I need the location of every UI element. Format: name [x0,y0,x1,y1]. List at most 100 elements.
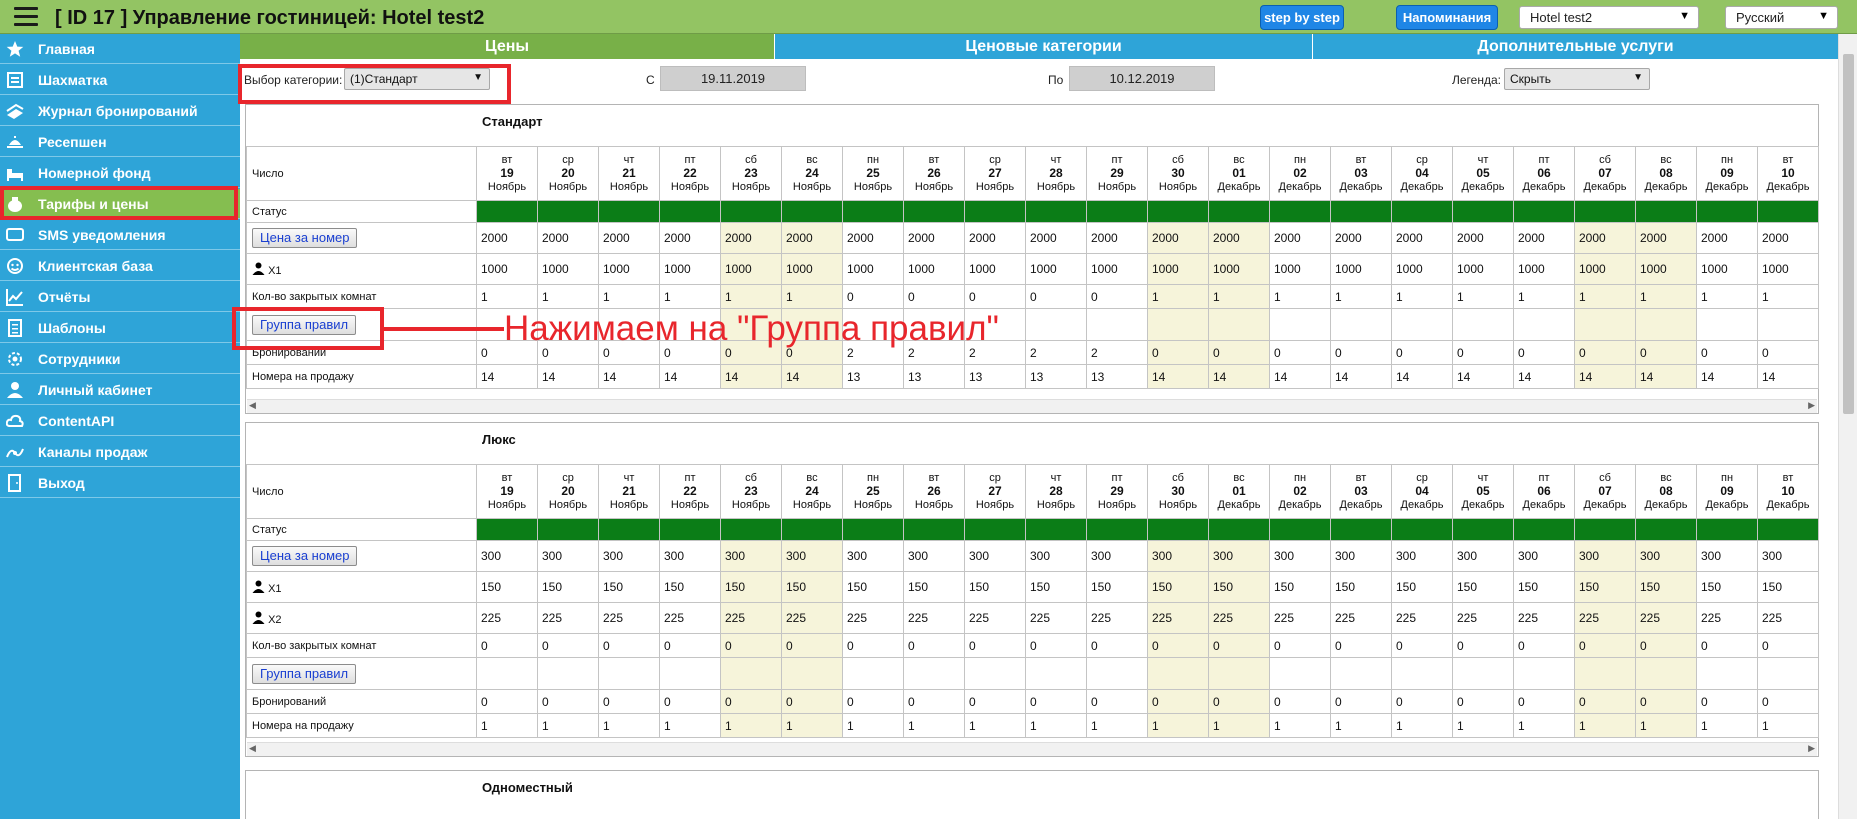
room-price-row-cell[interactable]: 300 [842,540,904,572]
rules-group-row-cell[interactable] [1330,308,1392,341]
status-cell[interactable] [781,518,843,541]
status-cell[interactable] [903,518,965,541]
status-cell[interactable] [537,518,599,541]
closed-rooms-row-cell[interactable]: 0 [781,633,843,658]
bookings-row-cell[interactable]: 0 [1269,689,1331,714]
sidebar-item-7[interactable]: Клиентская база [0,251,240,281]
room-price-button[interactable]: Цена за номер [252,546,358,566]
rooms-for-sale-row-cell[interactable]: 14 [1757,364,1819,389]
sidebar-item-1[interactable]: Шахматка [0,65,240,95]
sidebar-item-8[interactable]: Отчёты [0,282,240,312]
bookings-row-cell[interactable]: 0 [1574,689,1636,714]
occupancy-row-cell[interactable]: 1000 [1147,253,1209,285]
status-cell[interactable] [1391,200,1453,223]
closed-rooms-row-cell[interactable]: 1 [1574,284,1636,309]
status-cell[interactable] [1635,200,1697,223]
reminders-button[interactable]: Напоминания [1396,5,1498,30]
room-price-row-cell[interactable]: 300 [1391,540,1453,572]
room-price-row-cell[interactable]: 300 [1025,540,1087,572]
occupancy-row-cell[interactable]: 1000 [1696,253,1758,285]
hotel-select[interactable]: Hotel test2 ▼ [1519,6,1699,29]
status-cell[interactable] [1574,518,1636,541]
room-price-row-cell[interactable]: 2000 [1635,222,1697,254]
status-cell[interactable] [903,200,965,223]
room-price-row-cell[interactable]: 300 [1330,540,1392,572]
room-price-row-cell[interactable]: 300 [1269,540,1331,572]
bookings-row-cell[interactable]: 0 [1025,689,1087,714]
status-cell[interactable] [781,200,843,223]
rules-group-row-cell[interactable] [476,657,538,690]
rules-group-row-cell[interactable] [598,657,660,690]
room-price-row-cell[interactable]: 300 [1147,540,1209,572]
date-from-input[interactable]: 19.11.2019 [660,66,806,91]
bookings-row-cell[interactable]: 0 [1086,689,1148,714]
sidebar-item-14[interactable]: Выход [0,468,240,498]
rooms-for-sale-row-cell[interactable]: 1 [1757,713,1819,738]
status-cell[interactable] [842,518,904,541]
closed-rooms-row-cell[interactable]: 0 [842,633,904,658]
occupancy-row-cell[interactable]: 225 [476,602,538,634]
rules-group-row-cell[interactable] [1086,657,1148,690]
closed-rooms-row-cell[interactable]: 1 [1391,284,1453,309]
occupancy-row-cell[interactable]: 1000 [1330,253,1392,285]
rules-group-row-cell[interactable] [1269,308,1331,341]
rooms-for-sale-row-cell[interactable]: 1 [476,713,538,738]
occupancy-row-cell[interactable]: 225 [720,602,782,634]
closed-rooms-row-cell[interactable]: 1 [598,284,660,309]
room-price-row-cell[interactable]: 2000 [1208,222,1270,254]
rooms-for-sale-row-cell[interactable]: 1 [598,713,660,738]
sidebar-item-13[interactable]: Каналы продаж [0,437,240,467]
rooms-for-sale-row-cell[interactable]: 14 [1635,364,1697,389]
step-by-step-button[interactable]: step by step [1260,5,1344,30]
sidebar-item-10[interactable]: Сотрудники [0,344,240,374]
room-price-row-cell[interactable]: 2000 [1269,222,1331,254]
rooms-for-sale-row-cell[interactable]: 1 [1269,713,1331,738]
bookings-row-cell[interactable]: 0 [1208,340,1270,365]
sidebar-item-2[interactable]: Журнал бронирований [0,96,240,126]
closed-rooms-row-cell[interactable]: 1 [659,284,721,309]
bookings-row-cell[interactable]: 0 [1635,689,1697,714]
occupancy-row-cell[interactable]: 1000 [1391,253,1453,285]
tab-prices[interactable]: Цены [240,34,775,59]
occupancy-row-cell[interactable]: 150 [1086,571,1148,603]
occupancy-row-cell[interactable]: 225 [903,602,965,634]
closed-rooms-row-cell[interactable]: 0 [720,633,782,658]
rules-group-row-cell[interactable] [1391,657,1453,690]
rules-group-row-cell[interactable] [1696,308,1758,341]
bookings-row-cell[interactable]: 0 [1635,340,1697,365]
occupancy-row-cell[interactable]: 1000 [598,253,660,285]
status-cell[interactable] [476,200,538,223]
occupancy-row-cell[interactable]: 225 [1208,602,1270,634]
rooms-for-sale-row-cell[interactable]: 1 [842,713,904,738]
page-scrollbar[interactable] [1838,34,1857,819]
rooms-for-sale-row-cell[interactable]: 14 [537,364,599,389]
status-cell[interactable] [1330,518,1392,541]
scroll-left-icon[interactable]: ◀ [249,400,256,411]
bookings-row-cell[interactable]: 0 [1757,689,1819,714]
closed-rooms-row-cell[interactable]: 0 [1208,633,1270,658]
closed-rooms-row-cell[interactable]: 0 [1025,633,1087,658]
status-cell[interactable] [964,518,1026,541]
status-cell[interactable] [720,200,782,223]
status-cell[interactable] [1391,518,1453,541]
rules-group-row-cell[interactable] [1025,308,1087,341]
room-price-row-cell[interactable]: 2000 [1757,222,1819,254]
occupancy-row-cell[interactable]: 225 [659,602,721,634]
closed-rooms-row-cell[interactable]: 0 [1391,633,1453,658]
bookings-row-cell[interactable]: 0 [1696,689,1758,714]
bookings-row-cell[interactable]: 0 [1391,689,1453,714]
bookings-row-cell[interactable]: 0 [842,689,904,714]
room-price-row-cell[interactable]: 2000 [903,222,965,254]
room-price-row-cell[interactable]: 300 [964,540,1026,572]
rooms-for-sale-row-cell[interactable]: 14 [1269,364,1331,389]
bookings-row-cell[interactable]: 0 [1696,340,1758,365]
rooms-for-sale-row-cell[interactable]: 14 [1574,364,1636,389]
rules-group-row-cell[interactable] [964,657,1026,690]
closed-rooms-row-cell[interactable]: 0 [1452,633,1514,658]
occupancy-row-cell[interactable]: 150 [1513,571,1575,603]
bookings-row-cell[interactable]: 0 [476,689,538,714]
status-cell[interactable] [659,518,721,541]
rules-group-row-cell[interactable] [1147,657,1209,690]
category-select[interactable]: (1)Стандарт ▼ [344,68,490,90]
status-cell[interactable] [964,200,1026,223]
